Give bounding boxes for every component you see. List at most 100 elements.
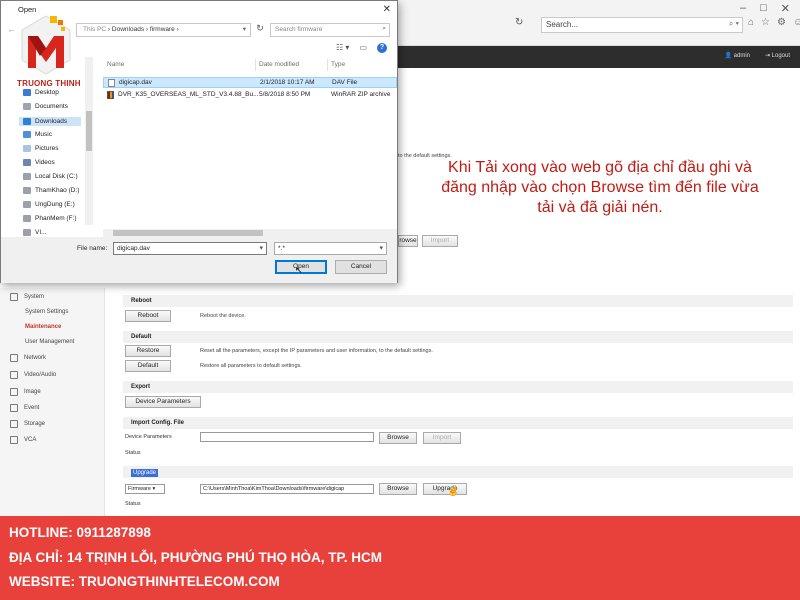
nav-item-video-audio[interactable]: Video/Audio: [10, 371, 56, 379]
sidebar-item-videos[interactable]: Videos: [23, 159, 55, 166]
dialog-refresh-icon[interactable]: ↻: [253, 23, 267, 37]
default-button[interactable]: Default: [125, 360, 171, 372]
home-icon[interactable]: ⌂: [748, 17, 754, 28]
sidebar-item-label: Documents: [35, 103, 68, 110]
browser-search-input[interactable]: Search... ⌕ ▾: [541, 17, 743, 33]
nav-item-user-management[interactable]: User Management: [25, 339, 74, 345]
view-options-icon[interactable]: ☷ ▾: [336, 43, 349, 53]
sidebar-item-ungdung-e-[interactable]: UngDung (E:): [23, 201, 75, 208]
upgrade-header: [123, 466, 793, 478]
column-name[interactable]: Name: [107, 61, 124, 68]
search-icon: ⌕ ▾: [728, 19, 739, 28]
default-header: Default: [123, 331, 793, 343]
chevron-down-icon[interactable]: ▾: [243, 25, 246, 33]
close-window-icon[interactable]: ✕: [781, 2, 790, 15]
column-date[interactable]: Date modified: [259, 61, 299, 68]
vca-icon: [10, 436, 18, 444]
file-row[interactable]: digicap.dav 2/1/2018 10:17 AM DAV File: [103, 77, 397, 88]
bg-import-button[interactable]: Import: [422, 235, 458, 247]
browser-tool-icons: ⌂ ☆ ⚙ ☺: [748, 17, 800, 28]
refresh-icon[interactable]: ↻: [515, 17, 523, 28]
restore-desc: Reset all the parameters, except the IP …: [200, 348, 433, 354]
file-row[interactable]: DVR_K35_OVERSEAS_ML_STD_V3.4.88_Bu... 5/…: [103, 90, 397, 101]
sidebar-item-phanmem-f-[interactable]: PhanMem (F:): [23, 215, 77, 222]
sidebar-item-music[interactable]: Music: [23, 131, 52, 138]
import-button[interactable]: Import: [423, 432, 461, 444]
chevron-down-icon[interactable]: ▾: [379, 244, 383, 252]
nav-item-system[interactable]: System: [10, 293, 44, 301]
footer-address: ĐỊA CHỈ: 14 TRỊNH LỖI, PHƯỜNG PHÚ THỌ HÒ…: [9, 549, 382, 565]
file-name-input[interactable]: digicap.dav ▾: [113, 242, 267, 255]
minimize-icon[interactable]: –: [740, 2, 746, 15]
mouse-cursor: ☝: [447, 486, 460, 497]
nav-item-system-settings[interactable]: System Settings: [25, 309, 68, 315]
sidebar-scroll-thumb[interactable]: [86, 111, 92, 151]
file-type-select[interactable]: *.* ▾: [274, 242, 387, 255]
logo-text: TRUONG THINH: [17, 79, 81, 88]
logout-link[interactable]: ⇥ Logout: [765, 52, 790, 59]
left-nav: [0, 288, 105, 516]
device-parameters-export-button[interactable]: Device Parameters: [125, 396, 201, 408]
folder-icon: [23, 229, 31, 236]
sidebar-item-documents[interactable]: Documents: [23, 103, 68, 110]
smiley-icon[interactable]: ☺: [793, 17, 800, 28]
dav-file-icon: [108, 79, 115, 87]
restore-button[interactable]: Restore: [125, 345, 171, 357]
import-header: Import Config. File: [123, 417, 793, 429]
reboot-button[interactable]: Reboot: [125, 310, 171, 322]
upgrade-file-path-field[interactable]: C:\Users\MinhThoa\KimThoa\Downloads\firm…: [200, 484, 374, 494]
folder-icon: [23, 173, 31, 180]
hscroll-thumb[interactable]: [113, 230, 263, 236]
network-icon: [10, 354, 18, 362]
sidebar-item-label: Local Disk (C:): [35, 173, 78, 180]
address-breadcrumb[interactable]: This PC › Downloads › firmware › ▾: [76, 23, 251, 37]
upgrade-browse-button[interactable]: Browse: [379, 483, 417, 495]
sidebar-item-desktop[interactable]: Desktop: [23, 89, 59, 96]
sidebar-item-label: ThamKhao (D:): [35, 187, 80, 194]
truong-thinh-logo: [21, 15, 71, 75]
footer-website: WEBSITE: TRUONGTHINHTELECOM.COM: [9, 574, 280, 589]
sidebar-item-thamkhao-d-[interactable]: ThamKhao (D:): [23, 187, 79, 194]
favorites-icon[interactable]: ☆: [761, 17, 770, 28]
cancel-button[interactable]: Cancel: [335, 260, 387, 274]
upgrade-header-label: Upgrade: [131, 469, 159, 477]
upgrade-button[interactable]: Upgrade: [423, 483, 467, 495]
nav-item-label: VCA: [24, 437, 37, 443]
column-type[interactable]: Type: [331, 61, 345, 68]
dialog-search-input[interactable]: Search firmware ⌕: [270, 23, 390, 37]
maximize-icon[interactable]: □: [760, 2, 767, 15]
sidebar-item-downloads[interactable]: Downloads: [19, 117, 81, 126]
video-icon: [10, 371, 18, 379]
nav-item-vca[interactable]: VCA: [10, 436, 36, 444]
folder-icon: [23, 131, 31, 138]
window-controls: – □ ✕: [740, 2, 790, 15]
nav-item-image[interactable]: Image: [10, 388, 41, 396]
settings-icon[interactable]: ⚙: [777, 17, 786, 28]
back-icon[interactable]: ←: [7, 24, 16, 34]
nav-item-label: Maintenance: [25, 324, 62, 330]
upgrade-type-select[interactable]: Firmware ▾: [125, 484, 165, 494]
import-browse-button[interactable]: Browse: [379, 432, 417, 444]
storage-icon: [10, 420, 18, 428]
nav-item-label: Image: [24, 389, 41, 395]
nav-item-maintenance[interactable]: Maintenance: [25, 324, 61, 330]
import-status-label: Status: [125, 450, 141, 456]
column-separator: [327, 59, 328, 71]
folder-icon: [23, 103, 31, 110]
import-file-field[interactable]: [200, 432, 374, 442]
sidebar-item-pictures[interactable]: Pictures: [23, 145, 58, 152]
export-header: Export: [123, 381, 793, 393]
sidebar-item-local-disk-c-[interactable]: Local Disk (C:): [23, 173, 78, 180]
sidebar-item-label: Desktop: [35, 89, 59, 96]
contact-footer: HOTLINE: 0911287898 ĐỊA CHỈ: 14 TRỊNH LỖ…: [0, 516, 800, 600]
image-icon: [10, 388, 18, 396]
nav-item-network[interactable]: Network: [10, 354, 46, 362]
nav-item-storage[interactable]: Storage: [10, 420, 45, 428]
help-icon[interactable]: ?: [377, 43, 387, 53]
dialog-close-icon[interactable]: ✕: [383, 4, 391, 15]
chevron-down-icon[interactable]: ▾: [259, 244, 263, 252]
nav-item-event[interactable]: Event: [10, 404, 39, 412]
sidebar-item-vi-[interactable]: VI...: [23, 229, 47, 236]
bg-browse-button[interactable]: rowse: [398, 235, 418, 247]
preview-pane-icon[interactable]: ▭: [359, 43, 367, 53]
